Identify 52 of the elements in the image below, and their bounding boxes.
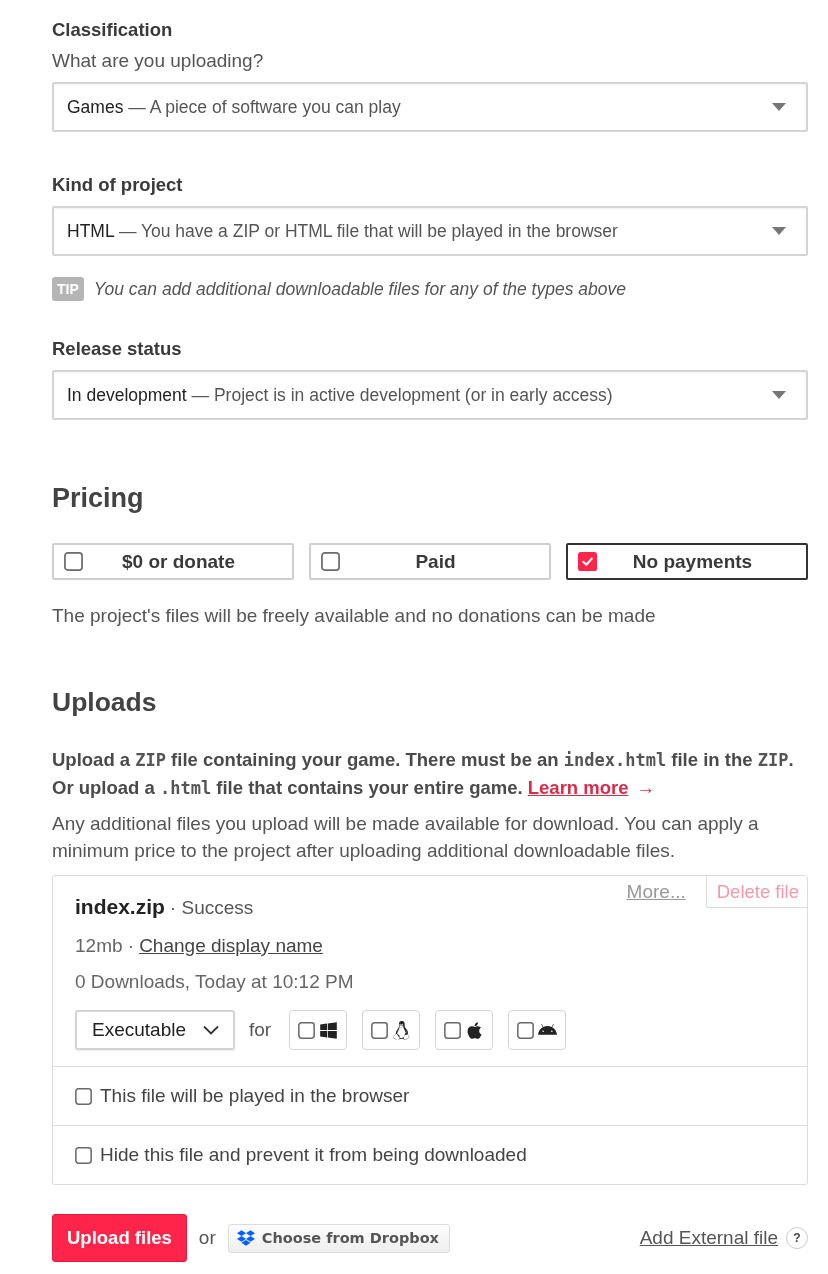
file-stats: 0 Downloads, Today at 10:12 PM xyxy=(75,971,354,992)
pricing-note: The project's files will be freely available and no donations can be made xyxy=(52,604,656,628)
help-button[interactable]: ? xyxy=(786,1227,808,1249)
select-field[interactable]: HTML — You have a ZIP or HTML file that will be played in the browser xyxy=(52,206,808,256)
checkbox[interactable] xyxy=(321,552,340,571)
checkbox[interactable] xyxy=(64,552,83,571)
penguin-icon xyxy=(392,1020,412,1040)
upload-instructions: Upload a ZIP file containing your game. There must be an index.html file in the ZIP. Or upload a .html file that contains your entire game. Learn more → xyxy=(52,748,795,800)
platform-toggle[interactable] xyxy=(289,1010,348,1050)
checkbox[interactable] xyxy=(75,1087,92,1105)
field-label: Release status xyxy=(52,337,182,361)
chevron-down-icon xyxy=(203,1025,219,1035)
platform-toggle[interactable] xyxy=(508,1010,567,1050)
field-hint: What are you uploading? xyxy=(52,49,264,73)
pricing-option[interactable]: Paid xyxy=(309,543,551,580)
checkbox[interactable] xyxy=(578,552,597,571)
dropdown-triangle-icon xyxy=(772,227,786,235)
upload-status: · Success xyxy=(169,897,254,918)
upload-files-button[interactable]: Upload files xyxy=(52,1214,187,1262)
pricing-option[interactable]: $0 or donate xyxy=(52,543,294,580)
field-label: Classification xyxy=(52,18,173,42)
platform-toggle[interactable] xyxy=(362,1010,421,1050)
for-label: for xyxy=(249,1019,272,1041)
checkbox[interactable] xyxy=(444,1021,462,1039)
add-external-file-link[interactable]: Add External file xyxy=(639,1227,778,1249)
dropdown-triangle-icon xyxy=(772,391,786,399)
file-type-select[interactable]: Executable xyxy=(75,1010,235,1050)
dropbox-logo-icon xyxy=(236,1229,255,1247)
pricing-option[interactable]: No payments xyxy=(566,543,808,580)
option-label: This file will be played in the browser xyxy=(100,1085,410,1107)
checkbox[interactable] xyxy=(517,1021,535,1039)
checkbox[interactable] xyxy=(298,1021,316,1039)
dropbox-button[interactable]: Choose from Dropbox xyxy=(227,1223,450,1253)
upload-note: Any additional files you upload will be made available for download. You can apply a minimum price to the project after uploading additional downloadable files. xyxy=(52,812,760,863)
windows-logo-icon xyxy=(319,1020,339,1040)
learn-more-link[interactable]: Learn more → xyxy=(527,777,655,798)
checkbox[interactable] xyxy=(75,1146,92,1164)
change-display-name-link[interactable]: Change display name xyxy=(139,935,323,956)
select-field[interactable]: Games — A piece of software you can play xyxy=(52,82,808,132)
or-label: or xyxy=(198,1227,216,1249)
platform-toggle[interactable] xyxy=(435,1010,494,1050)
field-label: Kind of project xyxy=(52,173,183,197)
section-heading: Uploads xyxy=(52,686,157,719)
option-label: Hide this file and prevent it from being downloaded xyxy=(100,1144,527,1166)
select-field[interactable]: In development — Project is in active development (or in early access) xyxy=(52,370,808,420)
section-heading: Pricing xyxy=(52,482,144,515)
tip-text: You can add additional downloadable files for any of the types above xyxy=(93,278,626,300)
dropdown-triangle-icon xyxy=(772,103,786,111)
checkbox[interactable] xyxy=(371,1021,389,1039)
file-name: index.zip xyxy=(75,895,165,918)
file-size: 12mb · xyxy=(75,935,135,956)
tip-badge: TIP xyxy=(52,277,84,301)
